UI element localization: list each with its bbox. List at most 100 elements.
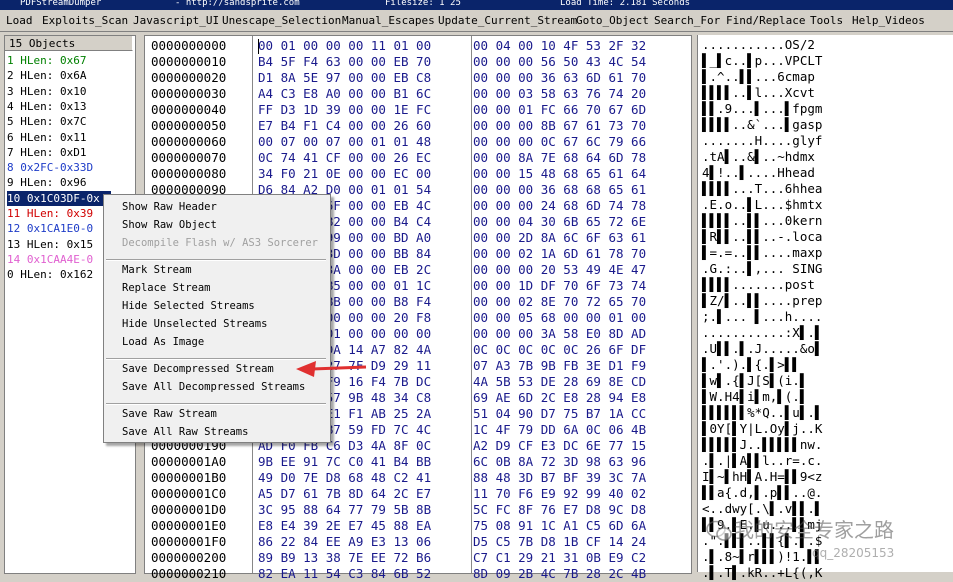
menu-javascript-ui[interactable]: Javascript_UI (133, 14, 219, 27)
ctx-hide-unselected-streams[interactable]: Hide Unselected Streams (122, 318, 267, 330)
ascii-row[interactable]: ...........OS/2 (702, 37, 815, 53)
ascii-row[interactable]: ;.▌... ▌...h.... (702, 309, 822, 325)
ascii-row[interactable]: ...........:X▌.▌ (702, 325, 822, 341)
hex-bytes-group2[interactable]: 5C FC 8F 76 E7 D8 9C D8 (473, 502, 646, 518)
object-list-item[interactable]: 12 0x1CA1E0-0 (7, 221, 93, 236)
hex-bytes-group2[interactable]: 00 00 02 1A 6D 61 78 70 (473, 246, 646, 262)
object-list-item-selected[interactable]: 10 0x1C03DF-0x (7, 190, 111, 206)
menu-tools[interactable]: Tools (810, 14, 843, 27)
ascii-row[interactable]: .G.:..▌,... SING (702, 261, 822, 277)
object-list-item[interactable]: 0 HLen: 0x162 (7, 267, 93, 282)
hex-bytes-group1[interactable]: B4 5F F4 63 00 00 EB 70 (258, 54, 431, 70)
hex-bytes-group2[interactable]: 6C 0B 8A 72 3D 98 63 96 (473, 454, 646, 470)
ascii-row[interactable]: ▌=.=..▌▌....maxp (702, 245, 822, 261)
ascii-row[interactable]: ▌▌▌▌.......post (702, 277, 815, 293)
hex-bytes-group1[interactable]: FF D3 1D 39 00 00 1E FC (258, 102, 431, 118)
hex-bytes-group2[interactable]: 00 00 03 58 63 76 74 20 (473, 86, 646, 102)
menu-help-videos[interactable]: Help_Videos (852, 14, 925, 27)
ascii-row[interactable]: .▌.8~▌r▌▌▌)!1.▌▌ (702, 549, 822, 565)
ascii-row[interactable]: ▌R▌▌..▌▌..-.loca (702, 229, 822, 245)
object-list-item[interactable]: 2 HLen: 0x6A (7, 68, 86, 83)
hex-bytes-group2[interactable]: 00 00 00 20 53 49 4E 47 (473, 262, 646, 278)
ascii-row[interactable]: .......H....glyf (702, 133, 822, 149)
ctx-hide-selected-streams[interactable]: Hide Selected Streams (122, 300, 255, 312)
menu-update-current-stream[interactable]: Update_Current_Stream (438, 14, 577, 27)
ctx-save-raw-stream[interactable]: Save Raw Stream (122, 408, 217, 420)
hex-bytes-group2[interactable]: 00 00 00 3A 58 E0 8D AD (473, 326, 646, 342)
hex-bytes-group1[interactable]: 49 D0 7E D8 68 48 C2 41 (258, 470, 431, 486)
hex-bytes-group2[interactable]: 4A 5B 53 DE 28 69 8E CD (473, 374, 646, 390)
hex-bytes-group1[interactable]: 89 B9 13 38 7E EE 72 B6 (258, 550, 431, 566)
ascii-row[interactable]: ▌.'.).▌{.▌>▌▌ (702, 357, 800, 373)
ascii-view[interactable]: ...........OS/2 ▌_▌c..▌p...VPCLT ▌.^..▌▌..… (697, 35, 953, 580)
hex-bytes-group2[interactable]: 00 00 05 68 00 00 01 00 (473, 310, 646, 326)
object-list-item[interactable]: 9 HLen: 0x96 (7, 175, 86, 190)
object-list-item[interactable]: 5 HLen: 0x7C (7, 114, 86, 129)
ctx-load-as-image[interactable]: Load As Image (122, 336, 204, 348)
ascii-row[interactable]: ▌0Y[▌Y|L.Oy▌j..K (702, 421, 822, 437)
ascii-row[interactable]: ▌_▌c..▌p...VPCLT (702, 53, 822, 69)
object-list-item[interactable]: 3 HLen: 0x10 (7, 84, 86, 99)
hex-bytes-group1[interactable]: E7 B4 F1 C4 00 00 26 60 (258, 118, 431, 134)
hex-bytes-group1[interactable]: 3C 95 88 64 77 79 5B 8B (258, 502, 431, 518)
hex-bytes-group1[interactable]: 34 F0 21 0E 00 00 EC 00 (258, 166, 431, 182)
ascii-row[interactable]: ▌▌.9...▌...▌fpgm (702, 101, 822, 117)
hex-bytes-group2[interactable]: 00 04 00 10 4F 53 2F 32 (473, 38, 646, 54)
hex-bytes-group1[interactable]: 86 22 84 EE A9 E3 13 06 (258, 534, 431, 550)
hex-bytes-group2[interactable]: 11 70 F6 E9 92 99 40 02 (473, 486, 646, 502)
menu-manual-escapes[interactable]: Manual_Escapes (342, 14, 435, 27)
object-list-item[interactable]: 7 HLen: 0xD1 (7, 145, 86, 160)
ascii-row[interactable]: I▌~▌hH▌A.H=▌▌9<z (702, 469, 822, 485)
hex-bytes-group2[interactable]: A2 D9 CF E3 DC 6E 77 15 (473, 438, 646, 454)
menu-goto-object[interactable]: Goto_Object (576, 14, 649, 27)
ascii-row[interactable]: .U▌▌.▌.J.....&o▌ (702, 341, 822, 357)
hex-bytes-group2[interactable]: 07 A3 7B 9B FB 3E D1 F9 (473, 358, 646, 374)
ascii-row[interactable]: .▌.T▌.kR..+L{(,K (702, 565, 822, 581)
hex-bytes-group2[interactable]: D5 C5 7B D8 1B CF 14 24 (473, 534, 646, 550)
hex-bytes-group2[interactable]: 00 00 2D 8A 6C 6F 63 61 (473, 230, 646, 246)
hex-bytes-group2[interactable]: 00 00 00 56 50 43 4C 54 (473, 54, 646, 70)
ascii-row[interactable]: ▌▌▌▌...T...6hhea (702, 181, 822, 197)
ascii-row[interactable]: ▌▌▌▌..&`...▌gasp (702, 117, 822, 133)
ascii-row[interactable]: ▌w▌.{▌J[S▌(i.▌ (702, 373, 807, 389)
object-list-item[interactable]: 6 HLen: 0x11 (7, 130, 86, 145)
ctx-mark-stream[interactable]: Mark Stream (122, 264, 192, 276)
object-list-item[interactable]: 8 0x2FC-0x33D (7, 160, 93, 175)
hex-bytes-group2[interactable]: 1C 4F 79 DD 6A 0C 06 4B (473, 422, 646, 438)
hex-bytes-group1[interactable]: E8 E4 39 2E E7 45 88 EA (258, 518, 431, 534)
ascii-row[interactable]: .tA▌..&▌..~hdmx (702, 149, 815, 165)
ctx-save-decompressed-stream[interactable]: Save Decompressed Stream (122, 363, 274, 375)
hex-bytes-group1[interactable]: 00 01 00 00 00 11 01 00 (258, 38, 431, 54)
hex-bytes-group1[interactable]: D1 8A 5E 97 00 00 EB C8 (258, 70, 431, 86)
ascii-row[interactable]: ▌Z/▌..▌▌....prep (702, 293, 822, 309)
hex-bytes-group2[interactable]: 00 00 00 36 63 6D 61 70 (473, 70, 646, 86)
hex-bytes-group2[interactable]: 00 00 1D DF 70 6F 73 74 (473, 278, 646, 294)
hex-bytes-group2[interactable]: C7 C1 29 21 31 0B E9 C2 (473, 550, 646, 566)
ctx-show-raw-header[interactable]: Show Raw Header (122, 201, 217, 213)
hex-bytes-group2[interactable]: 75 08 91 1C A1 C5 6D 6A (473, 518, 646, 534)
hex-bytes-group2[interactable]: 00 00 8A 7E 68 64 6D 78 (473, 150, 646, 166)
ascii-row[interactable]: .E.o..▌L...$hmtx (702, 197, 822, 213)
hex-bytes-group2[interactable]: 51 04 90 D7 75 B7 1A CC (473, 406, 646, 422)
menu-load[interactable]: Load (6, 14, 33, 27)
hex-bytes-group1[interactable]: A5 D7 61 7B 8D 64 2C E7 (258, 486, 431, 502)
ascii-row[interactable]: ▌▌▌▌..▌l...Xcvt (702, 85, 815, 101)
hex-bytes-group1[interactable]: 0C 74 41 CF 00 00 26 EC (258, 150, 431, 166)
hex-bytes-group1[interactable]: 00 07 00 07 00 01 01 48 (258, 134, 431, 150)
ctx-save-all-decompressed-streams[interactable]: Save All Decompressed Streams (122, 381, 305, 393)
object-list-item[interactable]: 4 HLen: 0x13 (7, 99, 86, 114)
hex-bytes-group2[interactable]: 00 00 04 30 6B 65 72 6E (473, 214, 646, 230)
ascii-row[interactable]: ▌.^..▌▌...6cmap (702, 69, 815, 85)
ascii-row[interactable]: ▌▌a{.d,▌.p▌▌..@. (702, 485, 822, 501)
hex-bytes-group2[interactable]: 00 00 00 8B 67 61 73 70 (473, 118, 646, 134)
ascii-row[interactable]: 4▌!..▌....Hhead (702, 165, 815, 181)
hex-bytes-group2[interactable]: 00 00 00 0C 67 6C 79 66 (473, 134, 646, 150)
ascii-row[interactable]: ▌▌▌▌▌▌%*Q..▌u▌.▌ (702, 405, 822, 421)
ascii-row[interactable]: ▌W.H4▌i▌m,▌(.▌ (702, 389, 807, 405)
object-list-item[interactable]: 11 HLen: 0x39 (7, 206, 93, 221)
ctx-replace-stream[interactable]: Replace Stream (122, 282, 211, 294)
hex-bytes-group2[interactable]: 00 00 01 FC 66 70 67 6D (473, 102, 646, 118)
object-list-item[interactable]: 13 HLen: 0x15 (7, 237, 93, 252)
menu-exploits-scan[interactable]: Exploits_Scan (42, 14, 128, 27)
hex-bytes-group1[interactable]: A4 C3 E8 A0 00 00 B1 6C (258, 86, 431, 102)
